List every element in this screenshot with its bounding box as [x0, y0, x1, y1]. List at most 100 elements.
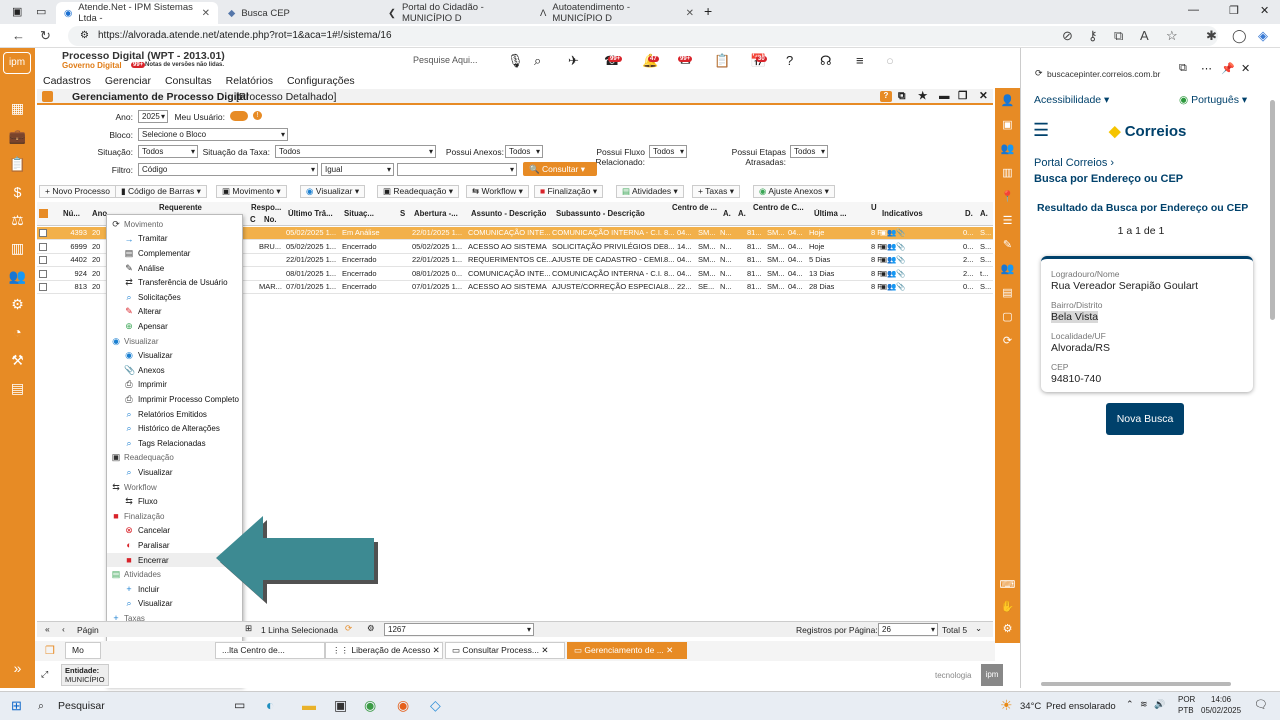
col-u[interactable]: U	[871, 203, 877, 212]
col-ultimo-tramite[interactable]: Último Trâ...	[288, 209, 333, 218]
favorite-icon[interactable]: ☆	[1166, 28, 1178, 44]
keyboard-icon[interactable]: ⌨	[995, 572, 1020, 596]
col-subassunto[interactable]: Subassunto - Descrição	[556, 209, 645, 218]
building-icon[interactable]: ▥	[0, 234, 35, 262]
kbd-indicator[interactable]: PTB	[1178, 706, 1194, 715]
hand-icon[interactable]: ✋	[995, 594, 1020, 618]
menu-item-visualizar[interactable]: ⌕ Visualizar	[107, 465, 244, 480]
menu-item-solicita-es[interactable]: ⌕ Solicitações	[107, 290, 244, 305]
close-tab-icon[interactable]: ✕	[686, 8, 694, 19]
grid-icon[interactable]: ⊞	[245, 623, 252, 634]
col-assunto[interactable]: Assunto - Descrição	[471, 209, 546, 218]
panel-hscrollbar[interactable]	[1041, 682, 1231, 686]
users-icon[interactable]: 👥	[0, 262, 35, 290]
etapas-select[interactable]: Todos	[790, 145, 828, 158]
col-centro-custo-2[interactable]: Centro de C...	[753, 203, 804, 212]
workflow-button[interactable]: ⇆ Workflow ▾	[466, 185, 529, 198]
zoom-icon[interactable]: ⊘	[1062, 28, 1073, 44]
team-icon[interactable]: 👥	[995, 256, 1020, 280]
wifi-icon[interactable]: ≋	[1140, 699, 1148, 710]
atividades-button[interactable]: ▤ Atividades ▾	[616, 185, 684, 198]
microphone-icon[interactable]: 🎙	[507, 53, 524, 69]
chrome-icon[interactable]: ◉	[364, 697, 376, 714]
situacao-taxa-select[interactable]: Todos	[275, 145, 436, 158]
meu-usuario-toggle[interactable]	[230, 111, 248, 121]
building-icon[interactable]: ▥	[995, 160, 1020, 184]
menu-item-tramitar[interactable]: → Tramitar	[107, 232, 244, 247]
support-icon[interactable]: ☊	[820, 53, 832, 69]
menu-relatorios[interactable]: Relatórios	[226, 75, 273, 87]
contact-icon[interactable]: ☰	[995, 208, 1020, 232]
visualizar-button[interactable]: ◉ Visualizar ▾	[300, 185, 366, 198]
nova-busca-button[interactable]: Nova Busca	[1106, 403, 1184, 435]
menu-item-an-lise[interactable]: ✎ Análise	[107, 261, 244, 276]
browser-tab-autoatendimento[interactable]: Λ Autoatendimento - MUNICÍPIO D ✕	[532, 2, 702, 24]
minimize-window-icon[interactable]: ▬	[939, 90, 950, 102]
tool-icon[interactable]: ⚒	[0, 346, 35, 374]
share-icon[interactable]: ⧉	[1114, 28, 1123, 44]
grid-icon[interactable]: ▤	[0, 374, 35, 402]
copilot-icon[interactable]: ◈	[1258, 28, 1268, 44]
col-indicativos[interactable]: Indicativos	[882, 209, 923, 218]
new-tab-icon[interactable]: +	[704, 3, 712, 19]
favorite-star-icon[interactable]: ★	[918, 90, 927, 102]
minimize-icon[interactable]: —	[1188, 4, 1199, 16]
window-tab-consultar[interactable]: ▭ Consultar Process... ✕	[445, 642, 565, 659]
language-menu[interactable]: ◉ Português ▾	[1179, 94, 1247, 106]
col-a2[interactable]: A.	[738, 209, 746, 218]
menu-item-complementar[interactable]: ▤ Complementar	[107, 246, 244, 261]
menu-item-transfer-ncia-de-usu-rio[interactable]: ⇄ Transferência de Usuário	[107, 275, 244, 290]
collapse-icon[interactable]: ⌄	[975, 623, 982, 634]
help-button[interactable]: ?	[880, 91, 892, 102]
reload-icon[interactable]: ↻	[40, 28, 51, 44]
task-view-icon[interactable]: ▭	[234, 698, 245, 712]
window-menu-icon[interactable]: ▣	[12, 5, 22, 18]
back-icon[interactable]: ←	[12, 28, 25, 43]
clipboard-icon[interactable]: 📋	[0, 150, 35, 178]
row-checkbox[interactable]	[39, 229, 47, 237]
per-page-select[interactable]: 26	[878, 623, 938, 636]
prev-page-icon[interactable]: ‹	[62, 624, 65, 634]
clock-date[interactable]: 05/02/2025	[1201, 706, 1241, 715]
resize-icon[interactable]: ⤢	[41, 669, 48, 680]
menu-item-anexos[interactable]: 📎 Anexos	[107, 363, 244, 378]
pin-icon[interactable]: 📌	[1221, 62, 1235, 75]
briefcase-icon[interactable]: 💼	[0, 122, 35, 150]
expand-sidebar-icon[interactable]: »	[0, 654, 35, 682]
tasks-icon[interactable]: 📋	[714, 53, 730, 69]
panel-scrollbar[interactable]	[1270, 100, 1275, 320]
hamburger-menu-icon[interactable]: ≡	[856, 53, 864, 68]
movimento-button[interactable]: ▣ Movimento ▾	[216, 185, 287, 198]
col-situacao[interactable]: Situaç...	[344, 209, 374, 218]
windows-icon[interactable]: ❐	[45, 644, 55, 657]
readequacao-button[interactable]: ▣ Readequação ▾	[377, 185, 459, 198]
row-checkbox[interactable]	[39, 256, 47, 265]
window-tab-gerenciamento[interactable]: ▭ Gerenciamento de ... ✕	[567, 642, 687, 659]
document-icon[interactable]: ▤	[995, 280, 1020, 304]
situacao-select[interactable]: Todos	[138, 145, 198, 158]
browser-tab-atende[interactable]: ◉ Atende.Net - IPM Sistemas Ltda - ✕	[56, 2, 218, 24]
menu-gerenciar[interactable]: Gerenciar	[105, 75, 151, 87]
more-icon[interactable]: ⋯	[1201, 62, 1212, 75]
row-checkbox[interactable]	[39, 242, 47, 251]
accessibility-menu[interactable]: Acessibilidade ▾	[1034, 94, 1109, 106]
open-external-icon[interactable]: ⧉	[898, 90, 906, 103]
menu-item-apensar[interactable]: ⊕ Apensar	[107, 319, 244, 334]
first-page-icon[interactable]: «	[45, 624, 50, 634]
menu-configuracoes[interactable]: Configurações	[287, 75, 355, 87]
edit-user-icon[interactable]: ✎	[995, 232, 1020, 256]
url-field[interactable]: ⚙ https://alvorada.atende.net/atende.php…	[68, 26, 1218, 46]
weather-temp[interactable]: 34°C	[1020, 701, 1041, 712]
menu-item-visualizar[interactable]: ◉ Visualizar	[107, 348, 244, 363]
open-in-tab-icon[interactable]: ⧉	[1179, 62, 1187, 75]
menu-item-imprimir-processo-completo[interactable]: ⎙ Imprimir Processo Completo	[107, 392, 244, 407]
close-tab-icon[interactable]: ✕	[202, 8, 210, 19]
menu-item-hist-rico-de-altera-es[interactable]: ⌕ Histórico de Alterações	[107, 421, 244, 436]
finalizacao-button[interactable]: ■ Finalização ▾	[534, 185, 604, 198]
user-avatar-icon[interactable]: ○	[886, 53, 894, 68]
dashboard-icon[interactable]: ▦	[0, 94, 35, 122]
extensions-icon[interactable]: ✱	[1206, 28, 1217, 44]
col-ano[interactable]: Ano	[92, 209, 107, 218]
menu-item-fluxo[interactable]: ⇆ Fluxo	[107, 494, 244, 509]
novo-processo-button[interactable]: + Novo Processo	[39, 185, 116, 198]
